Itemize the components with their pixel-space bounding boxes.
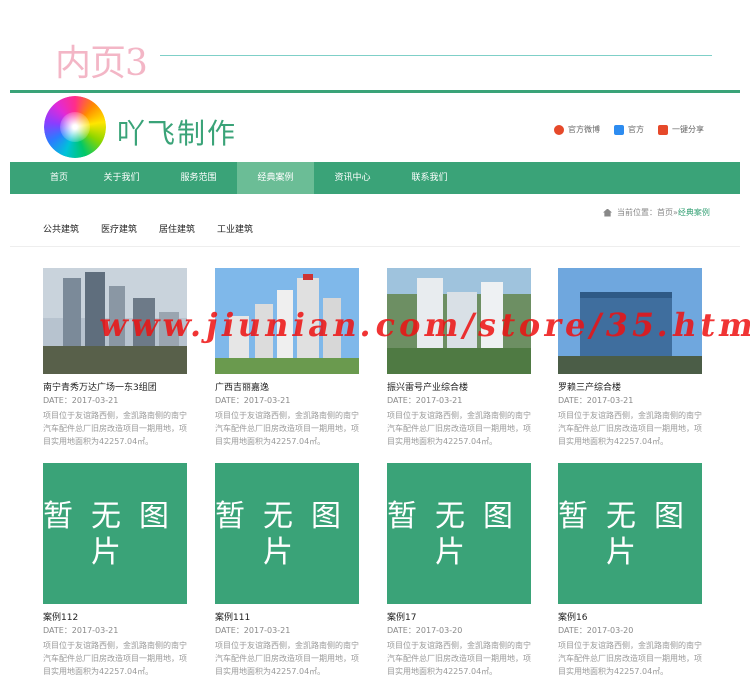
nav-item-contact[interactable]: 联系我们: [391, 162, 468, 194]
main-nav: 首页 关于我们 服务范围 经典案例 资讯中心 联系我们: [10, 162, 740, 194]
category-divider: [10, 246, 740, 247]
header-links: 官方微博 官方 一键分享: [554, 124, 718, 135]
case-title[interactable]: 南宁青秀万达广场一东3组团: [43, 380, 187, 393]
nav-item-about[interactable]: 关于我们: [83, 162, 160, 194]
breadcrumb-current: 经典案例: [677, 208, 710, 217]
nav-item-home[interactable]: 首页: [35, 162, 83, 194]
case-desc: 项目位于友谊路西侧，金凯路南侧的南宁汽车配件总厂旧房改造项目一期用地，项目实用地…: [558, 641, 702, 676]
case-card[interactable]: 振兴雷号产业综合楼 DATE：2017-03-21 项目位于友谊路西侧，金凯路南…: [387, 268, 531, 448]
case-title[interactable]: 广西吉丽嘉逸: [215, 380, 359, 393]
case-title[interactable]: 案例17: [387, 610, 531, 623]
header-top-rule: [10, 90, 740, 93]
no-image-placeholder[interactable]: 暂无图片: [215, 463, 359, 604]
no-image-placeholder[interactable]: 暂无图片: [558, 463, 702, 604]
watermark-text: www.jiunian.com/store/35.html: [96, 306, 750, 344]
page-label: 内页3: [55, 43, 148, 84]
no-image-placeholder[interactable]: 暂无图片: [43, 463, 187, 604]
site-name[interactable]: 吖飞制作: [117, 112, 237, 152]
case-date: DATE：2017-03-21: [43, 626, 119, 635]
case-desc: 项目位于友谊路西侧，金凯路南侧的南宁汽车配件总厂旧房改造项目一期用地，项目实用地…: [43, 641, 187, 676]
case-desc: 项目位于友谊路西侧，金凯路南侧的南宁汽车配件总厂旧房改造项目一期用地，项目实用地…: [558, 411, 702, 446]
logo-icon[interactable]: [44, 96, 106, 158]
category-industrial[interactable]: 工业建筑: [217, 222, 253, 235]
case-desc: 项目位于友谊路西侧，金凯路南侧的南宁汽车配件总厂旧房改造项目一期用地，项目实用地…: [387, 641, 531, 676]
header-link-share[interactable]: 一键分享: [658, 124, 704, 135]
case-card[interactable]: 暂无图片 案例17 DATE：2017-03-20 项目位于友谊路西侧，金凯路南…: [387, 463, 531, 678]
case-date: DATE：2017-03-21: [215, 396, 291, 405]
category-residential[interactable]: 居住建筑: [159, 222, 195, 235]
case-card[interactable]: 广西吉丽嘉逸 DATE：2017-03-21 项目位于友谊路西侧，金凯路南侧的南…: [215, 268, 359, 448]
case-card[interactable]: 南宁青秀万达广场一东3组团 DATE：2017-03-21 项目位于友谊路西侧，…: [43, 268, 187, 448]
nav-item-services[interactable]: 服务范围: [160, 162, 237, 194]
weibo-icon: [554, 124, 564, 135]
case-date: DATE：2017-03-20: [558, 626, 634, 635]
breadcrumb-home[interactable]: 首页: [657, 207, 673, 218]
case-card[interactable]: 暂无图片 案例111 DATE：2017-03-21 项目位于友谊路西侧，金凯路…: [215, 463, 359, 678]
header-link-label: 官方微博: [568, 125, 600, 134]
case-title[interactable]: 案例112: [43, 610, 187, 623]
category-tabs: 公共建筑 医疗建筑 居住建筑 工业建筑: [43, 222, 275, 235]
case-date: DATE：2017-03-21: [558, 396, 634, 405]
label-divider: [160, 55, 712, 56]
case-card[interactable]: 暂无图片 案例112 DATE：2017-03-21 项目位于友谊路西侧，金凯路…: [43, 463, 187, 678]
header-link-label: 一键分享: [672, 125, 704, 134]
case-date: DATE：2017-03-21: [387, 396, 463, 405]
header-link-label: 官方: [628, 125, 644, 134]
breadcrumb-prefix: 当前位置：: [617, 208, 657, 217]
qq-icon: [614, 124, 624, 135]
case-title[interactable]: 振兴雷号产业综合楼: [387, 380, 531, 393]
case-title[interactable]: 案例111: [215, 610, 359, 623]
share-icon: [658, 124, 668, 135]
case-date: DATE：2017-03-21: [43, 396, 119, 405]
home-icon: [603, 208, 612, 217]
case-desc: 项目位于友谊路西侧，金凯路南侧的南宁汽车配件总厂旧房改造项目一期用地，项目实用地…: [43, 411, 187, 446]
case-desc: 项目位于友谊路西侧，金凯路南侧的南宁汽车配件总厂旧房改造项目一期用地，项目实用地…: [215, 641, 359, 676]
breadcrumb: 当前位置： 首页 » 经典案例: [603, 207, 710, 218]
category-medical[interactable]: 医疗建筑: [101, 222, 137, 235]
header-link-qq[interactable]: 官方: [614, 124, 644, 135]
case-card[interactable]: 暂无图片 案例16 DATE：2017-03-20 项目位于友谊路西侧，金凯路南…: [558, 463, 702, 678]
case-title[interactable]: 罗赖三产综合楼: [558, 380, 702, 393]
no-image-placeholder[interactable]: 暂无图片: [387, 463, 531, 604]
case-card[interactable]: 罗赖三产综合楼 DATE：2017-03-21 项目位于友谊路西侧，金凯路南侧的…: [558, 268, 702, 448]
nav-item-cases[interactable]: 经典案例: [237, 162, 314, 194]
case-date: DATE：2017-03-21: [215, 626, 291, 635]
case-date: DATE：2017-03-20: [387, 626, 463, 635]
case-desc: 项目位于友谊路西侧，金凯路南侧的南宁汽车配件总厂旧房改造项目一期用地，项目实用地…: [215, 411, 359, 446]
category-public[interactable]: 公共建筑: [43, 222, 79, 235]
case-title[interactable]: 案例16: [558, 610, 702, 623]
header-link-weibo[interactable]: 官方微博: [554, 124, 600, 135]
nav-item-news[interactable]: 资讯中心: [314, 162, 391, 194]
case-desc: 项目位于友谊路西侧，金凯路南侧的南宁汽车配件总厂旧房改造项目一期用地，项目实用地…: [387, 411, 531, 446]
